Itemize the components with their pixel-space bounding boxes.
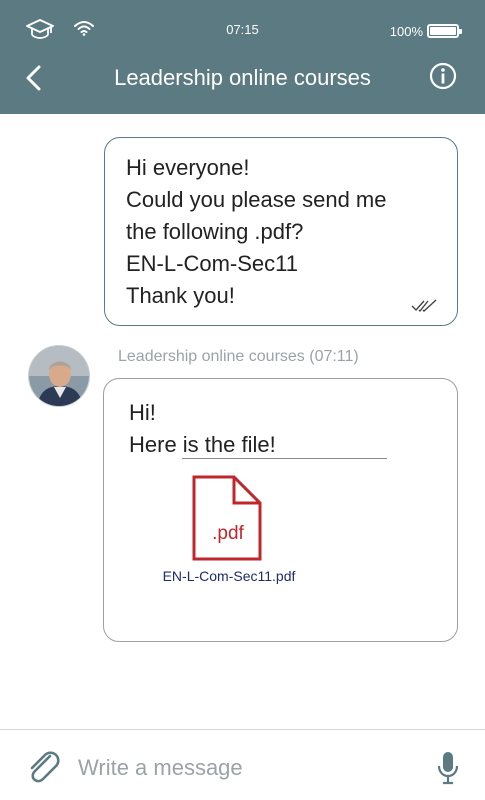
sender-name-time: Leadership online courses (07:11) — [118, 348, 359, 365]
message-line: Could you please send me — [126, 187, 387, 212]
received-message-bubble: Hi! Here is the file! — [103, 378, 458, 642]
status-bar: 07:15 100% — [0, 0, 485, 58]
attachment-file-name[interactable]: EN-L-Com-Sec11.pdf — [100, 568, 358, 584]
navigation-bar: Leadership online courses — [0, 58, 485, 114]
pdf-file-icon[interactable]: .pdf — [192, 475, 262, 561]
page-title: Leadership online courses — [114, 65, 371, 90]
message-line: the following .pdf? — [126, 219, 304, 244]
message-composer — [0, 729, 485, 800]
microphone-icon[interactable] — [437, 750, 459, 786]
double-check-icon — [411, 299, 437, 313]
message-line: EN-L-Com-Sec11 — [126, 251, 298, 276]
paperclip-icon[interactable] — [26, 748, 60, 784]
app-header: 07:15 100% Leadership online courses — [0, 0, 485, 114]
avatar-image — [29, 346, 89, 406]
received-message-text: Hi! Here is the file! — [129, 397, 276, 461]
message-line: Hi everyone! — [126, 155, 250, 180]
sent-message-text: Hi everyone! Could you please send me th… — [126, 152, 387, 312]
message-input[interactable] — [78, 753, 408, 783]
message-line: Hi! — [129, 400, 156, 425]
battery-icon — [427, 24, 462, 38]
info-icon[interactable] — [429, 62, 457, 90]
message-line: Here is the file! — [129, 432, 276, 457]
divider — [182, 458, 387, 459]
chevron-left-icon[interactable] — [22, 64, 46, 92]
pdf-icon-label: .pdf — [212, 523, 244, 544]
message-line: Thank you! — [126, 283, 235, 308]
battery-percentage: 100% — [389, 24, 423, 39]
avatar[interactable] — [28, 345, 90, 407]
sent-message-bubble: Hi everyone! Could you please send me th… — [104, 137, 458, 326]
